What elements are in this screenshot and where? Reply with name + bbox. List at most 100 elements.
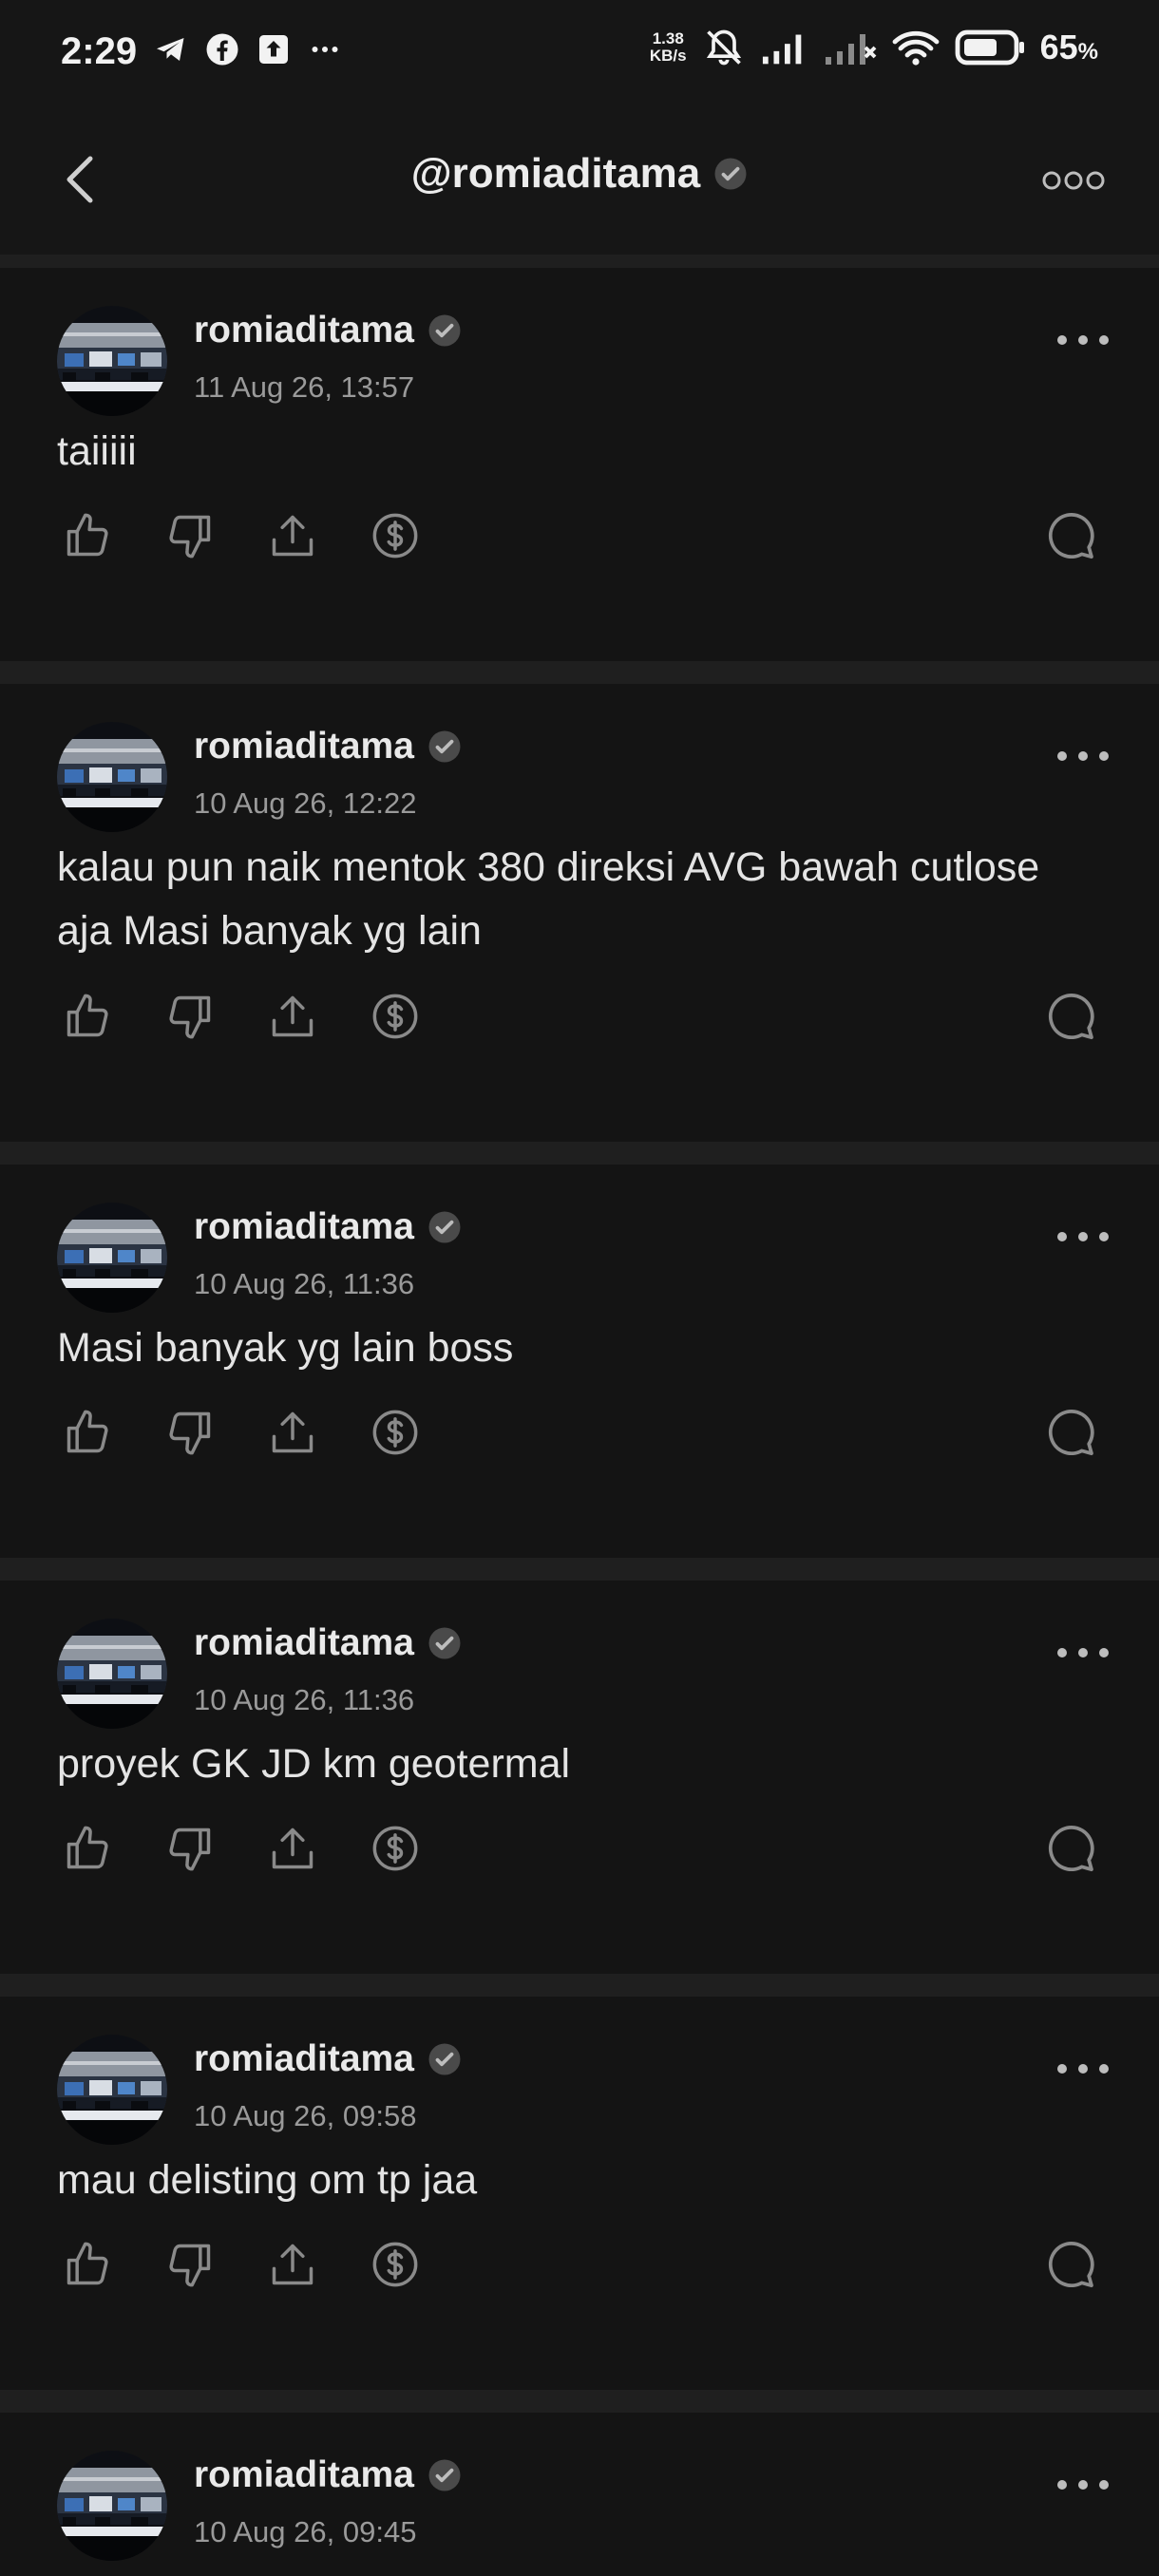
- comment-icon: [1048, 993, 1094, 1040]
- share-icon: [272, 515, 314, 557]
- verified-badge-icon: [428, 1627, 461, 1659]
- header-title-group: @romiaditama: [0, 150, 1159, 198]
- like-button[interactable]: [57, 1818, 118, 1879]
- verified-badge-icon: [428, 1211, 461, 1243]
- more-options-button[interactable]: [1039, 163, 1108, 198]
- divider: [0, 255, 1159, 268]
- post-username[interactable]: romiaditama: [194, 1622, 414, 1664]
- avatar[interactable]: [57, 2035, 167, 2145]
- share-icon: [272, 1411, 314, 1453]
- post-username[interactable]: romiaditama: [194, 726, 414, 767]
- post-card[interactable]: romiaditama 10 Aug 26, 09:58 mau delisti…: [0, 1997, 1159, 2390]
- dislike-button[interactable]: [160, 2234, 220, 2295]
- like-button[interactable]: [57, 505, 118, 566]
- post-more-button[interactable]: [1054, 1227, 1112, 1246]
- post-text[interactable]: Masi banyak yg lain boss: [57, 1316, 1102, 1380]
- share-button[interactable]: [262, 2234, 323, 2295]
- like-button[interactable]: [57, 2234, 118, 2295]
- avatar-image: [57, 722, 167, 832]
- verified-badge-icon: [428, 2459, 461, 2491]
- comment-button[interactable]: [1041, 505, 1102, 566]
- share-button[interactable]: [262, 505, 323, 566]
- post-more-button[interactable]: [1054, 747, 1112, 766]
- thumbs-down-icon: [169, 1411, 211, 1455]
- dollar-coin-icon: [372, 1410, 418, 1455]
- thumbs-down-icon: [169, 515, 211, 559]
- tip-button[interactable]: [365, 2234, 426, 2295]
- divider: [0, 2390, 1159, 2413]
- comment-button[interactable]: [1041, 986, 1102, 1047]
- post-text[interactable]: proyek GK JD km geotermal: [57, 1733, 1102, 1796]
- avatar-image: [57, 1619, 167, 1729]
- post-card[interactable]: romiaditama 11 Aug 26, 13:57 taiiiii: [0, 268, 1159, 661]
- thumbs-down-icon: [169, 2244, 211, 2287]
- post-timestamp: 10 Aug 26, 11:36: [194, 1267, 415, 1300]
- tip-button[interactable]: [365, 1818, 426, 1879]
- post-card[interactable]: romiaditama 10 Aug 26, 09:45: [0, 2413, 1159, 2576]
- post-author[interactable]: romiaditama: [194, 726, 462, 767]
- tip-button[interactable]: [365, 986, 426, 1047]
- dislike-button[interactable]: [160, 505, 220, 566]
- avatar[interactable]: [57, 722, 167, 832]
- post-timestamp: 10 Aug 26, 09:58: [194, 2099, 417, 2132]
- share-button[interactable]: [262, 986, 323, 1047]
- post-more-button[interactable]: [1054, 2475, 1112, 2494]
- post-text[interactable]: mau delisting om tp jaa: [57, 2149, 1102, 2212]
- post-author[interactable]: romiaditama: [194, 1206, 462, 1248]
- post-author[interactable]: romiaditama: [194, 2038, 462, 2080]
- post-more-button[interactable]: [1054, 2059, 1112, 2078]
- post-text[interactable]: kalau pun naik mentok 380 direksi AVG ba…: [57, 836, 1102, 963]
- dollar-coin-icon: [372, 2242, 418, 2287]
- post-more-button[interactable]: [1054, 331, 1112, 350]
- post-card[interactable]: romiaditama 10 Aug 26, 12:22 kalau pun n…: [0, 684, 1159, 1142]
- dislike-button[interactable]: [160, 1818, 220, 1879]
- verified-badge-icon: [428, 314, 461, 347]
- post-author[interactable]: romiaditama: [194, 2454, 462, 2496]
- like-button[interactable]: [57, 1402, 118, 1463]
- post-author[interactable]: romiaditama: [194, 1622, 462, 1664]
- post-actions: [57, 986, 426, 1047]
- telegram-icon: [157, 38, 184, 61]
- comment-button[interactable]: [1041, 1402, 1102, 1463]
- signal-icon: [762, 34, 801, 65]
- post-more-button[interactable]: [1054, 1643, 1112, 1662]
- post-timestamp: 10 Aug 26, 09:45: [194, 2515, 417, 2548]
- post-author[interactable]: romiaditama: [194, 310, 462, 351]
- like-button[interactable]: [57, 986, 118, 1047]
- avatar[interactable]: [57, 1619, 167, 1729]
- dislike-button[interactable]: [160, 1402, 220, 1463]
- post-text[interactable]: taiiiii: [57, 420, 1102, 483]
- post-username[interactable]: romiaditama: [194, 310, 414, 351]
- battery-icon: [955, 29, 1024, 66]
- more-notifications-icon: [312, 47, 338, 52]
- avatar[interactable]: [57, 2451, 167, 2561]
- divider: [0, 1142, 1159, 1165]
- post-username[interactable]: romiaditama: [194, 2454, 414, 2496]
- post-card[interactable]: romiaditama 10 Aug 26, 11:36 proyek GK J…: [0, 1581, 1159, 1974]
- network-speed-value: 1.38: [652, 29, 684, 47]
- status-left-icons: [154, 32, 342, 66]
- post-card[interactable]: romiaditama 10 Aug 26, 11:36 Masi banyak…: [0, 1165, 1159, 1558]
- dollar-coin-icon: [372, 513, 418, 559]
- dislike-button[interactable]: [160, 986, 220, 1047]
- tip-button[interactable]: [365, 1402, 426, 1463]
- post-username[interactable]: romiaditama: [194, 1206, 414, 1248]
- comment-button[interactable]: [1041, 2234, 1102, 2295]
- post-username[interactable]: romiaditama: [194, 2038, 414, 2080]
- avatar[interactable]: [57, 1203, 167, 1313]
- share-button[interactable]: [262, 1818, 323, 1879]
- tip-button[interactable]: [365, 505, 426, 566]
- verified-badge-icon: [714, 158, 747, 190]
- avatar[interactable]: [57, 306, 167, 416]
- battery-percentage-symbol: %: [1077, 39, 1098, 65]
- comment-icon: [1048, 2241, 1094, 2288]
- notifications-muted-icon: [706, 29, 741, 66]
- divider: [0, 1974, 1159, 1997]
- share-icon: [272, 2244, 314, 2285]
- comment-button[interactable]: [1041, 1818, 1102, 1879]
- share-button[interactable]: [262, 1402, 323, 1463]
- status-time: 2:29: [61, 30, 138, 72]
- post-actions: [57, 1402, 426, 1463]
- facebook-icon: [206, 33, 238, 66]
- network-speed-unit: KB/s: [649, 47, 687, 65]
